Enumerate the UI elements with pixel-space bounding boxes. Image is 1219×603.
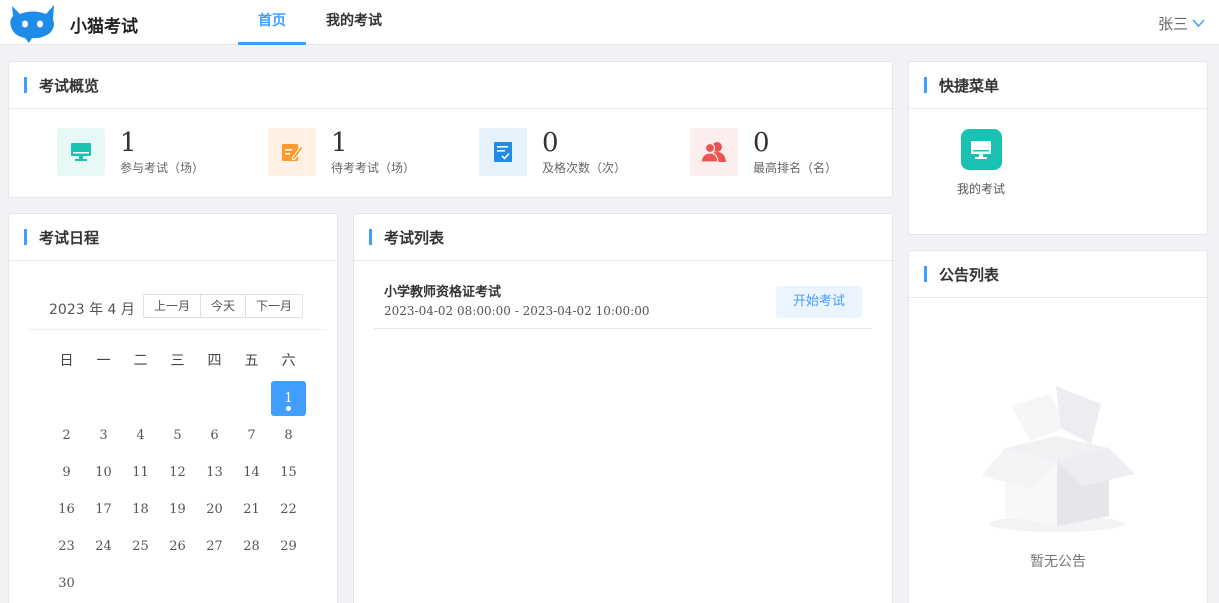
checklist-icon (479, 128, 527, 176)
divider (29, 329, 327, 330)
calendar-day[interactable]: 3 (86, 418, 121, 453)
exam-list-item[interactable]: 小学教师资格证考试 2023-04-02 08:00:00 - 2023-04-… (374, 274, 872, 329)
calendar-day[interactable]: 18 (123, 492, 158, 527)
prev-month-button[interactable]: 上一月 (144, 295, 202, 317)
card-header: 公告列表 (909, 251, 1207, 298)
calendar-day[interactable]: 15 (271, 455, 306, 490)
calendar-day[interactable]: 16 (49, 492, 84, 527)
exam-name: 小学教师资格证考试 (384, 285, 502, 300)
event-dot (286, 406, 291, 411)
card-title: 公告列表 (939, 265, 1000, 284)
calendar-day[interactable]: 20 (197, 492, 232, 527)
calendar-day[interactable]: 8 (271, 418, 306, 453)
calendar-day[interactable]: 17 (86, 492, 121, 527)
quick-menu-my-exams[interactable]: 我的考试 (951, 129, 1011, 197)
calendar-day[interactable]: 11 (123, 455, 158, 490)
notice-list-card: 公告列表 暂无公告 (908, 250, 1208, 603)
calendar-day[interactable]: 24 (86, 529, 121, 564)
stat-participated: 1 参与考试（场） (57, 128, 204, 176)
calendar-day[interactable]: 2 (49, 418, 84, 453)
card-title: 考试列表 (384, 228, 445, 247)
tab-home[interactable]: 首页 (238, 0, 306, 45)
weekday-label: 日 (59, 353, 74, 369)
calendar-day[interactable]: 27 (197, 529, 232, 564)
stat-value: 1 (331, 128, 348, 158)
calendar-day[interactable]: 23 (49, 529, 84, 564)
stat-label: 待考考试（场） (331, 161, 416, 175)
calendar-day[interactable]: 26 (160, 529, 195, 564)
calendar-day[interactable]: 25 (123, 529, 158, 564)
weekday-label: 五 (244, 353, 259, 369)
cat-logo-icon[interactable] (6, 2, 62, 44)
calendar-day[interactable]: 7 (234, 418, 269, 453)
calendar-day[interactable]: 9 (49, 455, 84, 490)
calendar-day[interactable]: 22 (271, 492, 306, 527)
card-title: 考试日程 (39, 228, 100, 247)
exam-time: 2023-04-02 08:00:00 - 2023-04-02 10:00:0… (384, 304, 650, 318)
calendar-day[interactable]: 13 (197, 455, 232, 490)
stat-pending: 1 待考考试（场） (268, 128, 415, 176)
calendar-nav: 上一月 今天 下一月 (143, 294, 304, 318)
stat-value: 0 (753, 128, 770, 158)
stat-label: 最高排名（名） (753, 161, 838, 175)
brand-name: 小猫考试 (70, 17, 138, 37)
chevron-down-icon (1192, 19, 1205, 28)
quick-menu-card: 快捷菜单 我的考试 (908, 61, 1208, 235)
calendar-month-label: 2023 年 4 月 (49, 302, 135, 318)
user-menu[interactable]: 张三 (1158, 13, 1205, 34)
weekday-label: 一 (96, 353, 111, 369)
stat-rank: 0 最高排名（名） (690, 128, 837, 176)
start-exam-button[interactable]: 开始考试 (776, 286, 862, 318)
stat-passed: 0 及格次数（次） (479, 128, 626, 176)
next-month-button[interactable]: 下一月 (246, 295, 302, 317)
users-icon (690, 128, 738, 176)
tab-my-exams[interactable]: 我的考试 (318, 0, 390, 45)
calendar-day[interactable]: 4 (123, 418, 158, 453)
calendar-day[interactable]: 21 (234, 492, 269, 527)
calendar-day[interactable]: 30 (49, 566, 84, 601)
weekday-label: 二 (133, 353, 148, 369)
calendar-day[interactable]: 10 (86, 455, 121, 490)
card-header: 考试日程 (9, 214, 337, 261)
top-header: 小猫考试 首页 我的考试 张三 (0, 0, 1219, 45)
stat-label: 及格次数（次） (542, 161, 627, 175)
weekday-label: 四 (207, 353, 222, 369)
calendar-day[interactable]: 1 (271, 381, 306, 416)
weekday-label: 六 (281, 353, 296, 369)
card-header: 考试概览 (9, 62, 892, 109)
stat-value: 0 (542, 128, 559, 158)
card-title: 快捷菜单 (939, 76, 1000, 95)
card-header: 快捷菜单 (909, 62, 1207, 109)
exam-list-card: 考试列表 小学教师资格证考试 2023-04-02 08:00:00 - 202… (353, 213, 893, 603)
calendar-day[interactable]: 5 (160, 418, 195, 453)
card-title: 考试概览 (39, 76, 100, 95)
user-name: 张三 (1157, 15, 1188, 33)
empty-notice-text: 暂无公告 (1030, 554, 1086, 570)
monitor-icon (960, 129, 1002, 170)
monitor-icon (57, 128, 105, 176)
calendar-day[interactable]: 19 (160, 492, 195, 527)
stat-label: 参与考试（场） (120, 161, 205, 175)
calendar-day[interactable]: 14 (234, 455, 269, 490)
stat-value: 1 (120, 128, 137, 158)
schedule-card: 考试日程 2023 年 4 月 上一月 今天 下一月 日一二三四五六123456… (8, 213, 338, 603)
calendar-day[interactable]: 6 (197, 418, 232, 453)
today-button[interactable]: 今天 (201, 295, 247, 317)
edit-icon (268, 128, 316, 176)
empty-box-icon (981, 386, 1135, 532)
calendar-day[interactable]: 12 (160, 455, 195, 490)
quick-menu-label: 我的考试 (956, 182, 1005, 196)
overview-card: 考试概览 1 参与考试（场） 1 待考考试（场） 0 及格次数（次） 0 最高排… (8, 61, 893, 198)
weekday-label: 三 (170, 353, 185, 369)
calendar-day[interactable]: 29 (271, 529, 306, 564)
card-header: 考试列表 (354, 214, 892, 261)
calendar-day[interactable]: 28 (234, 529, 269, 564)
